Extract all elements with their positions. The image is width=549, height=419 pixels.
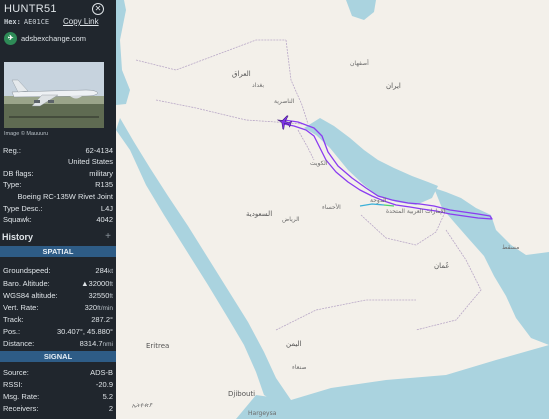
border-iraq-syria (135, 39, 286, 71)
spatial-value: 320 (84, 303, 98, 312)
hex-row: Hex: AE01CE (4, 17, 49, 26)
detail-value: Boeing RC-135W Rivet Joint (17, 192, 113, 201)
map-label-uae: الإمارات العربية المتحدة (386, 208, 446, 215)
spatial-value-wrap: 30.407°, 45.880° (57, 327, 113, 336)
detail-value: L4J (100, 204, 113, 213)
signal-value: ADS-B (90, 368, 113, 377)
photo-credit: Image © Mauuuru (4, 131, 49, 137)
spatial-key: Track: (3, 315, 24, 324)
spatial-value-wrap: 287.2° (91, 315, 113, 324)
map-label-hargeysa: Hargeysa (248, 410, 277, 417)
history-label: History (2, 232, 34, 242)
spatial-key: WGS84 altitude: (3, 291, 58, 300)
signal-title: SIGNAL (43, 352, 73, 361)
detail-key: Reg.: (3, 146, 21, 155)
map-label-isfahan: أصفهان (350, 60, 369, 67)
spatial-unit: nmi (102, 341, 113, 348)
spatial-unit: ft/min (97, 305, 113, 312)
hex-label: Hex: (4, 18, 21, 26)
signal-value: -20.9 (95, 380, 113, 389)
spatial-unit: ft (109, 281, 113, 288)
map-label-djibouti: Djibouti (228, 390, 256, 398)
spatial-title: SPATIAL (42, 247, 74, 256)
signal-key: Msg. Rate: (3, 392, 40, 401)
detail-value: military (89, 169, 113, 178)
detail-key: DB flags: (3, 169, 34, 178)
detail-value: 4042 (96, 215, 113, 224)
caspian-sea (346, 0, 376, 20)
map-label-saudi: السعودية (246, 210, 273, 218)
aircraft-photo[interactable] (4, 62, 104, 128)
aircraft-photo-image (4, 62, 104, 128)
signal-key: Source: (3, 368, 29, 377)
map-label-doha: الدوحة (370, 197, 387, 204)
map-label-baghdad: بغداد (252, 82, 265, 89)
track-segment-ground (383, 204, 395, 207)
spatial-unit: kt (107, 268, 113, 275)
history-toggle[interactable]: History + (0, 231, 116, 245)
map-label-ahsa: الأحساء (322, 204, 341, 211)
expand-plus-icon[interactable]: + (105, 231, 111, 242)
spatial-value: 287.2° (91, 315, 113, 324)
arabian-sea (434, 188, 549, 345)
spatial-value-wrap: ▲32000ft (81, 279, 113, 288)
map-label-sanaa: صنعاء (292, 364, 307, 371)
aircraft-info-panel: HUNTR51 ✕ Hex: AE01CE Copy Link ✈ adsbexc… (0, 0, 116, 419)
callsign: HUNTR51 (4, 3, 57, 15)
hex-value: AE01CE (23, 18, 50, 26)
close-icon[interactable]: ✕ (92, 3, 104, 15)
spatial-value: 284 (95, 266, 108, 275)
map-label-riyadh: الرياض (282, 216, 300, 223)
spatial-value-wrap: 320ft/min (85, 303, 113, 312)
track-segment-low (359, 203, 385, 207)
signal-key: Receivers: (3, 404, 39, 413)
mediterranean-sea (116, 0, 130, 105)
spatial-value: 32550 (88, 291, 110, 300)
map-label-nasiriyah: الناصرية (274, 98, 295, 105)
detail-key: Squawk: (3, 215, 32, 224)
detail-value: United States (67, 157, 113, 166)
spatial-value: 30.407°, 45.880° (56, 327, 113, 336)
signal-key: RSSI: (3, 380, 23, 389)
spatial-value-wrap: 32550ft (89, 291, 113, 300)
map-label-eritrea: Eritrea (146, 342, 170, 350)
map-label-ethiopia: ኢትዮጵያ (132, 402, 153, 409)
map-label-iraq: العراق (232, 70, 251, 78)
spatial-key: Vert. Rate: (3, 303, 39, 312)
map-view[interactable]: العراق بغداد ایران الكويت الرياض السعودي… (116, 0, 549, 419)
border-iraq-iran (285, 39, 309, 125)
gulf-of-aden (236, 345, 549, 419)
spatial-section-header[interactable]: SPATIAL (0, 246, 116, 257)
detail-value: 62-4134 (85, 146, 113, 155)
signal-value: 5.2 (102, 392, 113, 401)
signal-section-header[interactable]: SIGNAL (0, 351, 116, 362)
adsb-source-link[interactable]: ✈ adsbexchange.com (4, 31, 86, 45)
spatial-key: Pos.: (3, 327, 21, 336)
map-label-kuwait: الكويت (310, 160, 328, 167)
signal-value: 2 (108, 404, 113, 413)
adsb-site-name: adsbexchange.com (21, 33, 87, 43)
border-yemen (275, 299, 416, 331)
red-sea (116, 118, 291, 405)
map-label-yemen: اليمن (286, 340, 302, 348)
detail-key: Type: (3, 180, 22, 189)
map-label-oman: عُمان (434, 262, 450, 270)
adsb-logo-icon: ✈ (4, 31, 17, 45)
map-label-iran: ایران (386, 82, 401, 90)
spatial-value: ▲32000 (81, 279, 110, 288)
map-label-muscat: مسقط (502, 244, 520, 251)
border-uae (360, 209, 447, 246)
spatial-unit: ft (109, 293, 113, 300)
spatial-key: Baro. Altitude: (3, 279, 50, 288)
detail-key: Type Desc.: (3, 204, 43, 213)
spatial-value-wrap: 284kt (95, 266, 113, 275)
spatial-value: 8314.7 (79, 339, 103, 348)
copy-link[interactable]: Copy Link (63, 17, 99, 26)
spatial-key: Groundspeed: (3, 266, 51, 275)
spatial-key: Distance: (3, 339, 35, 348)
detail-value: R135 (95, 180, 113, 189)
spatial-value-wrap: 8314.7nmi (80, 339, 113, 348)
border-oman (415, 229, 482, 331)
